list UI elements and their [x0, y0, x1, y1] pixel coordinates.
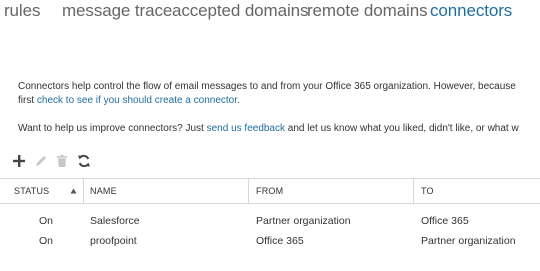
cell-name: Salesforce	[90, 215, 140, 227]
cell-status: On	[39, 215, 54, 227]
feedback-prefix: Want to help us improve connectors? Just	[18, 123, 207, 134]
cell-status: On	[39, 235, 54, 247]
refresh-icon	[78, 154, 90, 168]
description-line-2: first check to see if you should create …	[18, 94, 240, 107]
column-divider	[248, 179, 249, 203]
send-feedback-link[interactable]: send us feedback	[207, 123, 285, 134]
edit-button[interactable]	[32, 151, 50, 171]
table-row[interactable]: On proofpoint Office 365 Partner organiz…	[0, 230, 540, 250]
delete-icon	[57, 154, 67, 167]
delete-button[interactable]	[53, 151, 71, 171]
table-row[interactable]: On Salesforce Partner organization Offic…	[0, 210, 540, 230]
cell-name: proofpoint	[90, 235, 137, 247]
check-connector-link[interactable]: check to see if you should create a conn…	[37, 95, 237, 106]
cell-to: Partner organization	[421, 235, 516, 247]
column-divider	[413, 179, 414, 203]
cell-from: Partner organization	[256, 215, 351, 227]
add-icon	[13, 155, 25, 167]
tab-message-trace[interactable]: message trace	[62, 1, 172, 21]
tab-connectors[interactable]: connectors	[430, 1, 512, 21]
column-name[interactable]: NAME	[90, 179, 117, 203]
cell-from: Office 365	[256, 235, 304, 247]
connectors-table: STATUS NAME FROM TO On Salesforce Partne…	[0, 178, 540, 250]
table-header: STATUS NAME FROM TO	[0, 178, 540, 204]
description-line-1: Connectors help control the flow of emai…	[18, 81, 516, 92]
cell-to: Office 365	[421, 215, 469, 227]
tab-rules[interactable]: rules	[4, 1, 40, 21]
sort-ascending-icon[interactable]	[70, 188, 77, 194]
feedback-suffix: and let us know what you liked, didn't l…	[285, 123, 519, 134]
column-status[interactable]: STATUS	[14, 179, 49, 203]
add-button[interactable]	[10, 151, 28, 171]
description-suffix: .	[237, 95, 240, 106]
tab-remote-domains[interactable]: remote domains	[307, 1, 428, 21]
feedback-line: Want to help us improve connectors? Just…	[18, 122, 519, 135]
edit-icon	[36, 156, 46, 166]
column-from[interactable]: FROM	[256, 179, 283, 203]
description-prefix: first	[18, 95, 37, 106]
tab-accepted-domains[interactable]: accepted domains	[172, 1, 308, 21]
column-to[interactable]: TO	[421, 179, 434, 203]
column-divider	[83, 179, 84, 203]
refresh-button[interactable]	[75, 151, 93, 171]
